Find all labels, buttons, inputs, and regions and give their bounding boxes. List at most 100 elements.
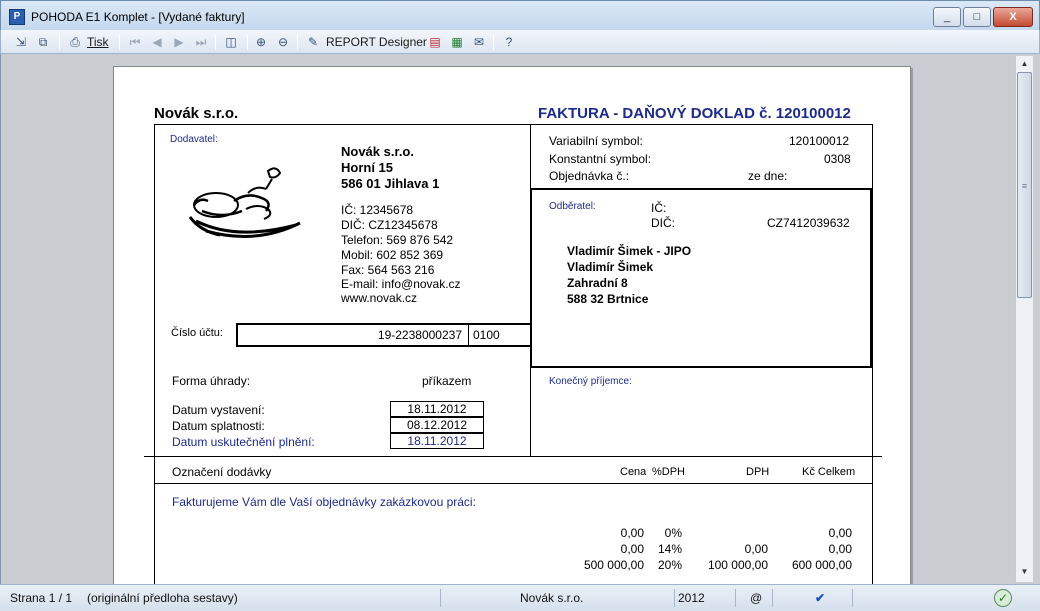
company-logo-icon [188, 167, 301, 238]
next-page-icon[interactable]: ▶ [171, 34, 187, 50]
delivery-header: Označení dodávky [172, 465, 272, 479]
status-divider [852, 589, 853, 607]
first-page-icon[interactable]: ⏮ [127, 34, 143, 50]
status-bar: Strana 1 / 1 (originální předloha sestav… [0, 584, 1040, 611]
app-icon: P [9, 9, 25, 25]
vertical-scrollbar[interactable]: ▲ ≡ ▼ [1015, 56, 1033, 582]
window-title: POHODA E1 Komplet - [Vydané faktury] [31, 10, 245, 24]
account-number: 19-2238000237 [377, 328, 462, 342]
vat-row-1-pct: 0% [664, 526, 682, 540]
status-year: 2012 [678, 591, 705, 605]
scroll-up-icon[interactable]: ▲ [1016, 56, 1033, 72]
status-template: (originální předloha sestavy) [87, 591, 238, 605]
constant-symbol-label: Konstantní symbol: [549, 152, 652, 166]
status-at: @ [750, 591, 763, 605]
toolbar: ⇲ ⧉ ⎙ Tisk ⏮ ◀ ▶ ⏭ ◫ ⊕ ⊖ ✎ REPORT Design… [0, 30, 1040, 54]
due-date: 08.12.2012 [390, 417, 484, 433]
pdf-icon[interactable]: ▤ [427, 34, 443, 50]
constant-symbol: 0308 [824, 152, 851, 166]
supplier-street: Horní 15 [341, 160, 394, 175]
zoom-in-icon[interactable]: ⊕ [253, 34, 269, 50]
payment-value: příkazem [422, 374, 472, 388]
bank-code: 0100 [473, 328, 500, 342]
supplier-email: E-mail: info@novak.cz [341, 277, 461, 291]
customer-dic-label: DIČ: [651, 216, 675, 230]
last-page-icon[interactable]: ⏭ [193, 34, 209, 50]
vat-row-3-price: 500 000,00 [583, 558, 644, 572]
close-button[interactable]: X [993, 7, 1033, 27]
customer-line-2: Vladimír Šimek [567, 260, 654, 274]
vat-row-1-price: 0,00 [620, 526, 644, 540]
toolbar-separator [215, 34, 216, 50]
status-divider [735, 589, 736, 607]
help-icon[interactable]: ? [501, 34, 517, 50]
excel-icon[interactable]: ▦ [449, 34, 465, 50]
toolbar-separator [247, 34, 248, 50]
report-designer-icon[interactable]: ✎ [305, 34, 321, 50]
order-date-label: ze dne: [748, 169, 788, 183]
issue-date-label: Datum vystavení: [172, 403, 265, 417]
supplier-ic: IČ: 12345678 [341, 203, 414, 217]
invoice-page: Novák s.r.o. FAKTURA - DAŇOVÝ DOKLAD č. … [113, 66, 911, 584]
report-designer-button[interactable]: REPORT Designer [326, 33, 427, 51]
vat-row-3-vat: 100 000,00 [707, 558, 768, 572]
send-icon[interactable]: ✉ [471, 34, 487, 50]
toolbar-separator [59, 34, 60, 50]
supplier-dic: DIČ: CZ12345678 [341, 218, 438, 232]
due-date-label: Datum splatnosti: [172, 419, 265, 433]
variable-symbol: 120100012 [789, 134, 850, 148]
total-header: Kč Celkem [802, 466, 856, 478]
final-recipient-label: Konečný příjemce: [549, 376, 632, 387]
export-icon[interactable]: ⇲ [13, 34, 29, 50]
vat-pct-header: %DPH [652, 466, 686, 478]
left-frame-line [154, 124, 155, 584]
payment-label: Forma úhrady: [172, 374, 251, 388]
taxable-date: 18.11.2012 [390, 433, 484, 449]
scroll-down-icon[interactable]: ▼ [1016, 564, 1033, 580]
customer-line-1: Vladimír Šimek - JIPO [567, 244, 692, 258]
title-bar: P POHODA E1 Komplet - [Vydané faktury] _… [0, 0, 1040, 30]
supplier-name: Novák s.r.o. [341, 144, 414, 159]
supplier-mobile: Mobil: 602 852 369 [341, 248, 444, 262]
two-pages-icon[interactable]: ◫ [223, 34, 239, 50]
toolbar-separator [297, 34, 298, 50]
printer-icon[interactable]: ⎙ [67, 34, 83, 50]
print-button[interactable]: Tisk [87, 33, 109, 51]
right-frame-line [872, 124, 873, 584]
toolbar-separator [119, 34, 120, 50]
issue-date: 18.11.2012 [390, 401, 484, 417]
header-divider [154, 124, 872, 125]
invoice-text: Fakturujeme Vám dle Vaší objednávky zaká… [172, 495, 476, 509]
zoom-out-icon[interactable]: ⊖ [275, 34, 291, 50]
items-top-line [144, 456, 882, 457]
vat-row-1-total: 0,00 [828, 526, 852, 540]
copy-report-icon[interactable]: ⧉ [35, 34, 51, 50]
vat-row-2-price: 0,00 [620, 542, 644, 556]
order-label: Objednávka č.: [549, 169, 630, 183]
items-header-line [154, 483, 872, 484]
customer-ic-label: IČ: [651, 201, 667, 215]
variable-symbol-label: Variabilní symbol: [549, 134, 643, 148]
company-header: Novák s.r.o. [154, 105, 239, 122]
vat-header: DPH [746, 466, 770, 478]
toolbar-separator [493, 34, 494, 50]
customer-line-4: 588 32 Brtnice [567, 292, 649, 306]
customer-line-3: Zahradní 8 [567, 276, 628, 290]
report-preview-area: Novák s.r.o. FAKTURA - DAŇOVÝ DOKLAD č. … [0, 54, 1040, 584]
maximize-button[interactable]: □ [963, 7, 991, 27]
account-divider [468, 325, 469, 345]
status-page: Strana 1 / 1 [10, 591, 73, 605]
price-header: Cena [620, 466, 647, 478]
supplier-label: Dodavatel: [170, 134, 218, 145]
minimize-button[interactable]: _ [933, 7, 961, 27]
customer-dic: CZ7412039632 [767, 216, 850, 230]
scrollbar-thumb[interactable]: ≡ [1017, 72, 1032, 298]
taxable-date-label: Datum uskutečnění plnění: [172, 435, 315, 449]
previous-page-icon[interactable]: ◀ [149, 34, 165, 50]
document-title: FAKTURA - DAŇOVÝ DOKLAD č. 120100012 [538, 105, 851, 122]
supplier-phone: Telefon: 569 876 542 [341, 233, 454, 247]
supplier-web: www.novak.cz [341, 291, 418, 305]
status-ok-icon: ✓ [994, 589, 1012, 607]
vat-row-2-total: 0,00 [828, 542, 852, 556]
vat-row-2-vat: 0,00 [744, 542, 768, 556]
